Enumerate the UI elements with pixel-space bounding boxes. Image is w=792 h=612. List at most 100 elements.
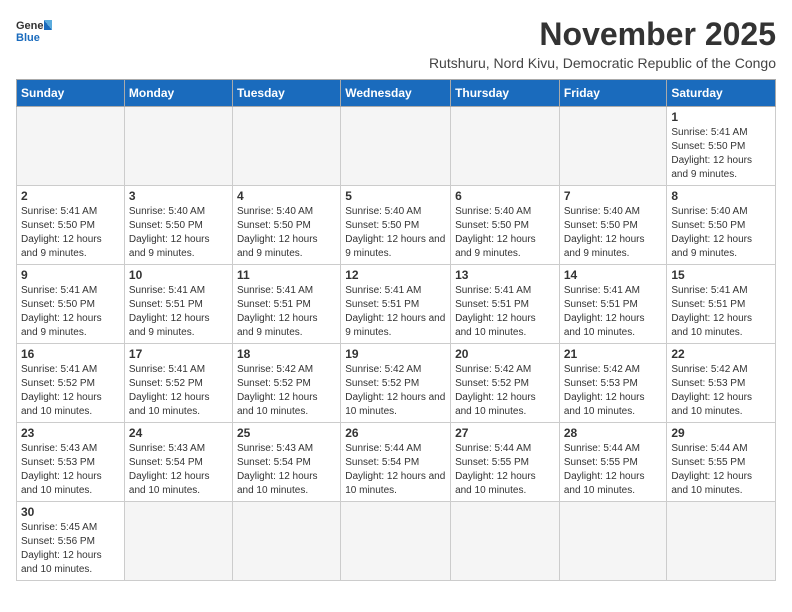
day-number: 12 [345, 268, 446, 282]
calendar-cell [341, 107, 451, 186]
calendar-cell [17, 107, 125, 186]
calendar-cell: 3 Sunrise: 5:40 AMSunset: 5:50 PMDaylight… [124, 186, 232, 265]
weekday-header-monday: Monday [124, 80, 232, 107]
day-info: Sunrise: 5:41 AMSunset: 5:51 PMDaylight:… [345, 284, 446, 340]
day-number: 18 [237, 347, 336, 361]
logo: General Blue [16, 16, 52, 46]
calendar-cell: 24 Sunrise: 5:43 AMSunset: 5:54 PMDayligh… [124, 423, 232, 502]
day-info: Sunrise: 5:40 AMSunset: 5:50 PMDaylight:… [129, 205, 228, 261]
day-number: 26 [345, 426, 446, 440]
weekday-header-tuesday: Tuesday [232, 80, 340, 107]
day-info: Sunrise: 5:43 AMSunset: 5:53 PMDaylight:… [21, 442, 120, 498]
day-number: 3 [129, 189, 228, 203]
day-info: Sunrise: 5:44 AMSunset: 5:55 PMDaylight:… [671, 442, 771, 498]
day-info: Sunrise: 5:41 AMSunset: 5:51 PMDaylight:… [455, 284, 555, 340]
day-info: Sunrise: 5:40 AMSunset: 5:50 PMDaylight:… [455, 205, 555, 261]
calendar-cell: 11 Sunrise: 5:41 AMSunset: 5:51 PMDayligh… [232, 265, 340, 344]
calendar-cell: 22Sunrise: 5:42 AMSunset: 5:53 PMDayligh… [667, 344, 776, 423]
calendar-cell [451, 107, 560, 186]
calendar-cell: 27Sunrise: 5:44 AMSunset: 5:55 PMDayligh… [451, 423, 560, 502]
calendar-cell: 8 Sunrise: 5:40 AMSunset: 5:50 PMDaylight… [667, 186, 776, 265]
day-number: 17 [129, 347, 228, 361]
title-area: November 2025 Rutshuru, Nord Kivu, Democ… [429, 16, 776, 71]
day-number: 8 [671, 189, 771, 203]
calendar-cell: 16 Sunrise: 5:41 AMSunset: 5:52 PMDayligh… [17, 344, 125, 423]
day-number: 20 [455, 347, 555, 361]
day-number: 15 [671, 268, 771, 282]
day-number: 27 [455, 426, 555, 440]
calendar-week-3: 9Sunrise: 5:41 AMSunset: 5:50 PMDaylight… [17, 265, 776, 344]
logo-icon: General Blue [16, 16, 52, 46]
weekday-header-thursday: Thursday [451, 80, 560, 107]
day-number: 4 [237, 189, 336, 203]
day-number: 30 [21, 505, 120, 519]
day-info: Sunrise: 5:41 AMSunset: 5:51 PMDaylight:… [671, 284, 771, 340]
day-info: Sunrise: 5:42 AMSunset: 5:52 PMDaylight:… [237, 363, 336, 419]
day-info: Sunrise: 5:42 AMSunset: 5:52 PMDaylight:… [455, 363, 555, 419]
calendar-cell [124, 502, 232, 581]
day-number: 7 [564, 189, 663, 203]
calendar-cell: 25 Sunrise: 5:43 AMSunset: 5:54 PMDayligh… [232, 423, 340, 502]
day-number: 28 [564, 426, 663, 440]
calendar-week-6: 30Sunrise: 5:45 AMSunset: 5:56 PMDayligh… [17, 502, 776, 581]
day-number: 10 [129, 268, 228, 282]
calendar-cell: 23Sunrise: 5:43 AMSunset: 5:53 PMDayligh… [17, 423, 125, 502]
day-number: 21 [564, 347, 663, 361]
calendar-cell: 28Sunrise: 5:44 AMSunset: 5:55 PMDayligh… [559, 423, 667, 502]
calendar-cell [559, 502, 667, 581]
calendar-cell [451, 502, 560, 581]
day-info: Sunrise: 5:43 AMSunset: 5:54 PMDaylight:… [237, 442, 336, 498]
day-info: Sunrise: 5:41 AMSunset: 5:51 PMDaylight:… [237, 284, 336, 340]
day-number: 1 [671, 110, 771, 124]
day-number: 11 [237, 268, 336, 282]
calendar-cell [232, 502, 340, 581]
day-info: Sunrise: 5:41 AMSunset: 5:52 PMDaylight:… [21, 363, 120, 419]
calendar-week-4: 16 Sunrise: 5:41 AMSunset: 5:52 PMDayligh… [17, 344, 776, 423]
calendar-week-5: 23Sunrise: 5:43 AMSunset: 5:53 PMDayligh… [17, 423, 776, 502]
location-subtitle: Rutshuru, Nord Kivu, Democratic Republic… [429, 55, 776, 71]
day-number: 5 [345, 189, 446, 203]
month-title: November 2025 [429, 16, 776, 53]
calendar-cell: 17Sunrise: 5:41 AMSunset: 5:52 PMDayligh… [124, 344, 232, 423]
calendar-week-1: 1 Sunrise: 5:41 AMSunset: 5:50 PMDaylight… [17, 107, 776, 186]
calendar: SundayMondayTuesdayWednesdayThursdayFrid… [16, 79, 776, 581]
calendar-cell: 6 Sunrise: 5:40 AMSunset: 5:50 PMDaylight… [451, 186, 560, 265]
calendar-cell: 7Sunrise: 5:40 AMSunset: 5:50 PMDaylight… [559, 186, 667, 265]
calendar-header: SundayMondayTuesdayWednesdayThursdayFrid… [17, 80, 776, 107]
calendar-cell [559, 107, 667, 186]
calendar-week-2: 2 Sunrise: 5:41 AMSunset: 5:50 PMDaylight… [17, 186, 776, 265]
calendar-cell: 14Sunrise: 5:41 AMSunset: 5:51 PMDayligh… [559, 265, 667, 344]
day-number: 2 [21, 189, 120, 203]
calendar-cell: 15 Sunrise: 5:41 AMSunset: 5:51 PMDayligh… [667, 265, 776, 344]
day-number: 25 [237, 426, 336, 440]
day-info: Sunrise: 5:42 AMSunset: 5:53 PMDaylight:… [671, 363, 771, 419]
calendar-cell: 9Sunrise: 5:41 AMSunset: 5:50 PMDaylight… [17, 265, 125, 344]
day-info: Sunrise: 5:41 AMSunset: 5:50 PMDaylight:… [671, 126, 771, 182]
weekday-header-wednesday: Wednesday [341, 80, 451, 107]
calendar-cell: 19Sunrise: 5:42 AMSunset: 5:52 PMDayligh… [341, 344, 451, 423]
day-info: Sunrise: 5:41 AMSunset: 5:50 PMDaylight:… [21, 284, 120, 340]
day-number: 19 [345, 347, 446, 361]
day-info: Sunrise: 5:41 AMSunset: 5:50 PMDaylight:… [21, 205, 120, 261]
calendar-cell [667, 502, 776, 581]
day-number: 14 [564, 268, 663, 282]
calendar-cell: 26 Sunrise: 5:44 AMSunset: 5:54 PMDayligh… [341, 423, 451, 502]
weekday-header-friday: Friday [559, 80, 667, 107]
day-info: Sunrise: 5:44 AMSunset: 5:54 PMDaylight:… [345, 442, 446, 498]
day-number: 6 [455, 189, 555, 203]
svg-text:Blue: Blue [16, 32, 40, 44]
day-info: Sunrise: 5:43 AMSunset: 5:54 PMDaylight:… [129, 442, 228, 498]
calendar-cell [341, 502, 451, 581]
calendar-cell: 1 Sunrise: 5:41 AMSunset: 5:50 PMDaylight… [667, 107, 776, 186]
day-info: Sunrise: 5:40 AMSunset: 5:50 PMDaylight:… [671, 205, 771, 261]
calendar-cell: 10Sunrise: 5:41 AMSunset: 5:51 PMDayligh… [124, 265, 232, 344]
calendar-cell [232, 107, 340, 186]
calendar-cell: 5Sunrise: 5:40 AMSunset: 5:50 PMDaylight… [341, 186, 451, 265]
day-number: 16 [21, 347, 120, 361]
day-number: 29 [671, 426, 771, 440]
day-number: 13 [455, 268, 555, 282]
calendar-body: 1 Sunrise: 5:41 AMSunset: 5:50 PMDaylight… [17, 107, 776, 581]
calendar-cell: 2 Sunrise: 5:41 AMSunset: 5:50 PMDaylight… [17, 186, 125, 265]
day-number: 24 [129, 426, 228, 440]
calendar-cell: 18 Sunrise: 5:42 AMSunset: 5:52 PMDayligh… [232, 344, 340, 423]
